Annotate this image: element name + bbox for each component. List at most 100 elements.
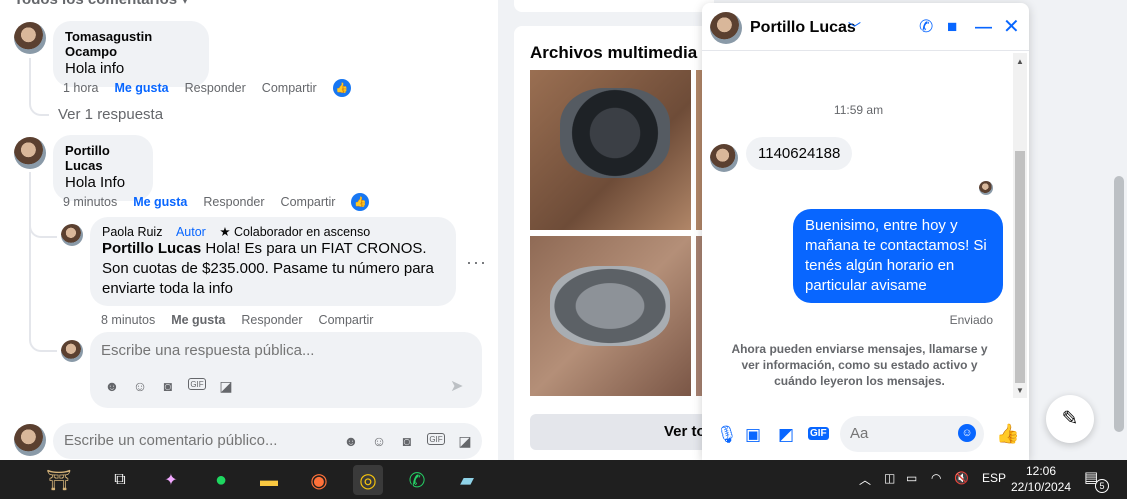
volume-muted-icon[interactable]: 🔇 [954,471,969,485]
page-scrollbar-thumb[interactable] [1114,176,1124,432]
media-photo-starter[interactable] [530,236,691,396]
thread-line [29,58,49,116]
like-button[interactable]: Me gusta [133,195,187,209]
media-photo-alternator[interactable] [530,70,691,230]
reply-button[interactable]: Responder [203,195,264,209]
reply-button[interactable]: Responder [241,313,302,327]
share-button[interactable]: Compartir [319,313,374,327]
send-icon[interactable]: ➤ [450,376,463,396]
sticker-icon[interactable]: ◩ [778,425,794,445]
comment-author[interactable]: Tomasagustin Ocampo [65,29,197,59]
comment-author-row: Paola Ruiz Autor ★ Colaborador en ascens… [102,224,444,239]
mention-link[interactable]: Portillo Lucas [102,240,201,257]
contributor-badge[interactable]: ★ Colaborador en ascenso [219,225,370,239]
comment-bubble: Tomasagustin Ocampo Hola info [53,21,209,87]
connection-notice: Ahora pueden enviarse mensajes, llamarse… [731,342,988,388]
sticker-icon[interactable]: ◪ [218,378,234,394]
clock-date: 22/10/2024 [1010,480,1072,494]
sticker-icon[interactable]: ◪ [457,433,473,449]
scroll-down-icon[interactable]: ▼ [1016,386,1024,395]
camera-icon[interactable]: ◙ [399,433,415,449]
thread-line [29,314,57,352]
comments-filter-label[interactable]: Todos los comentarios [14,0,177,8]
view-replies-link[interactable]: Ver 1 respuesta [58,106,163,123]
incoming-message[interactable]: 1140624188 [746,137,853,170]
meet-icon[interactable]: ◫ [884,471,895,485]
emoji-icon[interactable]: ☺ [132,378,148,394]
gif-icon[interactable]: GIF [808,427,829,440]
minimize-icon[interactable]: — [975,17,992,37]
comment-input[interactable] [64,432,334,449]
copilot-icon[interactable]: ✦ [156,465,186,495]
phone-icon[interactable]: ✆ [919,17,933,37]
comment-composer: ☻ ☺ ◙ GIF ◪ [53,423,482,459]
scrollbar-thumb[interactable] [1015,151,1025,383]
message-input[interactable] [850,425,950,442]
avatar-sticker-icon[interactable]: ☻ [343,433,359,449]
taskbar-clock[interactable]: 12:06 22/10/2024 [1008,463,1074,495]
photo-icon[interactable]: ▣ [745,425,761,445]
notification-count: 5 [1095,479,1109,493]
comment-bubble: Portillo Lucas Hola Info [53,135,153,201]
wifi-icon[interactable]: ◠ [931,471,941,485]
gif-icon[interactable]: GIF [188,378,206,390]
scroll-up-icon[interactable]: ▲ [1016,57,1024,66]
windows-taskbar: ⛩ ⧉ ✦ ● ▬ ◉ ◎ ✆ ▰ ︿ ◫ ▭ ◠ 🔇 ESP 12:06 22… [0,460,1127,499]
thumbs-up-icon[interactable]: 👍 [996,422,1020,446]
comment-author[interactable]: Paola Ruiz [102,225,162,239]
thumbs-up-icon[interactable]: 👍 [351,193,370,211]
whatsapp-icon[interactable]: ✆ [402,465,432,495]
comment-time[interactable]: 8 minutos [101,313,155,327]
microphone-icon[interactable]: 🎙 [716,425,738,445]
show-hidden-icons[interactable]: ︿ [859,471,871,488]
avatar-sticker-icon[interactable]: ☻ [104,378,120,394]
comment-time[interactable]: 9 minutos [63,195,117,209]
comment-author[interactable]: Portillo Lucas [65,143,141,173]
card-top-edge [514,0,714,12]
contact-avatar[interactable] [710,12,742,44]
avatar[interactable] [61,224,83,246]
battery-icon[interactable]: ▭ [906,471,917,485]
file-explorer-icon[interactable]: ▬ [254,465,284,495]
start-icon[interactable]: ⛩ [28,465,90,495]
chevron-down-icon[interactable]: ﹀ [848,18,861,37]
avatar[interactable] [14,22,46,54]
task-view-icon[interactable]: ⧉ [105,465,135,495]
chrome-icon[interactable]: ◎ [353,465,383,495]
like-button[interactable]: Me gusta [114,81,168,95]
message-input-wrapper: ☺ [840,416,984,452]
see-all-button[interactable]: Ver to [530,414,710,450]
reply-input[interactable] [101,342,401,359]
comments-filter[interactable]: Todos los comentarios ▾ [14,0,189,8]
avatar[interactable] [14,137,46,169]
thread-line [29,220,57,238]
new-message-button[interactable]: ✎ [1046,395,1094,443]
share-button[interactable]: Compartir [262,81,317,95]
like-button[interactable]: Me gusta [171,313,225,327]
emoji-icon[interactable]: ☺ [958,424,976,442]
message-list[interactable]: 11:59 am 1140624188 Buenisimo, entre hoy… [702,51,1015,409]
photo-detail [560,88,670,178]
emoji-icon[interactable]: ☺ [371,433,387,449]
notes-app-icon[interactable]: ▰ [452,465,482,495]
close-icon[interactable]: ✕ [1003,14,1020,39]
contact-name[interactable]: Portillo Lucas [750,19,856,37]
share-button[interactable]: Compartir [281,195,336,209]
outgoing-message[interactable]: Buenisimo, entre hoy y mañana te contact… [793,209,1003,303]
spotify-icon[interactable]: ● [206,465,236,495]
thumbs-up-icon[interactable]: 👍 [332,79,351,97]
avatar [61,340,83,362]
author-tag: Autor [175,225,206,239]
chat-scrollbar[interactable]: ▲ ▼ [1013,53,1027,398]
comment-text: Hola Info [65,174,126,191]
camera-icon[interactable]: ◙ [160,378,176,394]
gif-icon[interactable]: GIF [427,433,445,445]
comment-time[interactable]: 1 hora [63,81,98,95]
more-options-icon[interactable]: ··· [466,252,487,273]
page-scrollbar[interactable] [1111,0,1127,460]
firefox-icon[interactable]: ◉ [304,465,334,495]
clock-time: 12:06 [1025,464,1057,478]
video-call-icon[interactable]: ■ [947,17,957,37]
language-indicator[interactable]: ESP [982,471,1006,485]
reply-button[interactable]: Responder [185,81,246,95]
